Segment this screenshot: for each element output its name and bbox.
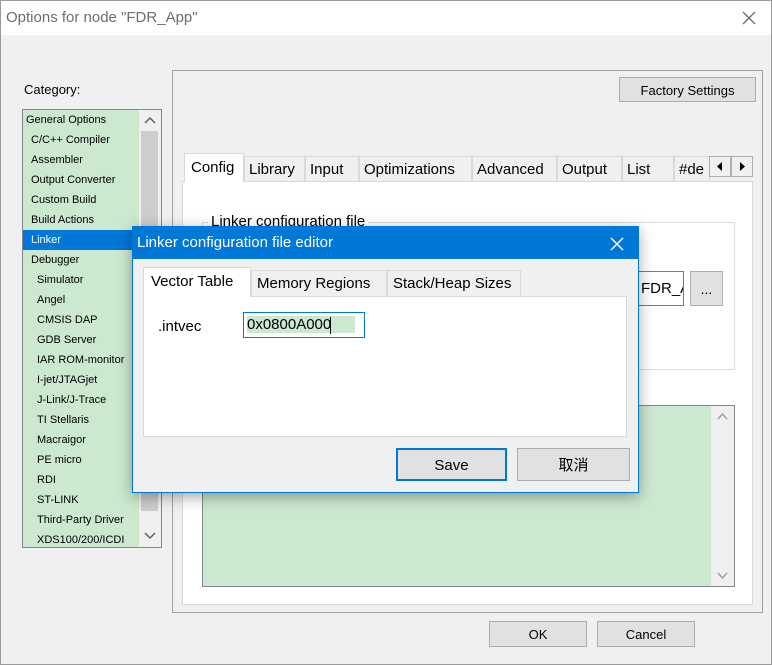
tab-list[interactable]: List (622, 156, 674, 181)
intvec-label: .intvec (158, 318, 202, 335)
tab-input[interactable]: Input (305, 156, 359, 181)
category-item-gdb-server[interactable]: GDB Server (23, 330, 139, 350)
tab-optimizations[interactable]: Optimizations (359, 156, 472, 181)
category-item-xds100[interactable]: XDS100/200/ICDI (23, 530, 139, 547)
category-item-linker[interactable]: Linker (23, 230, 139, 250)
category-item-i-jet[interactable]: I-jet/JTAGjet (23, 370, 139, 390)
category-item-custom-build[interactable]: Custom Build (23, 190, 139, 210)
chevron-up-icon[interactable] (711, 406, 733, 426)
browse-button[interactable]: ... (690, 271, 723, 306)
category-item-ti-stellaris[interactable]: TI Stellaris (23, 410, 139, 430)
category-item-j-link[interactable]: J-Link/J-Trace (23, 390, 139, 410)
tab-vector-table[interactable]: Vector Table (143, 267, 251, 297)
chevron-down-icon[interactable] (139, 526, 161, 546)
ok-button[interactable]: OK (489, 621, 587, 647)
tab-library[interactable]: Library (244, 156, 305, 181)
vector-table-page (143, 296, 627, 437)
intvec-value: 0x0800A000 (247, 316, 356, 333)
category-item-rdi[interactable]: RDI (23, 470, 139, 490)
chevron-down-icon[interactable] (711, 566, 733, 586)
title-bar: Options for node "FDR_App" (1, 1, 771, 35)
textarea-scrollbar[interactable] (711, 406, 734, 586)
editor-title-bar: Linker configuration file editor (133, 227, 638, 259)
category-item-simulator[interactable]: Simulator (23, 270, 139, 290)
save-button[interactable]: Save (396, 448, 507, 481)
editor-cancel-button[interactable]: 取消 (517, 448, 630, 481)
close-icon[interactable] (738, 7, 760, 29)
chevron-up-icon[interactable] (139, 110, 161, 130)
cancel-button[interactable]: Cancel (597, 621, 695, 647)
tab-advanced[interactable]: Advanced (472, 156, 557, 181)
category-item-output-converter[interactable]: Output Converter (23, 170, 139, 190)
triangle-right-icon[interactable] (731, 156, 753, 177)
category-item-assembler[interactable]: Assembler (23, 150, 139, 170)
tab-define[interactable]: #de (674, 156, 710, 181)
editor-title: Linker configuration file editor (137, 234, 333, 251)
category-item-pe-micro[interactable]: PE micro (23, 450, 139, 470)
category-item-st-link[interactable]: ST-LINK (23, 490, 139, 510)
category-item-angel[interactable]: Angel (23, 290, 139, 310)
category-item-macraigor[interactable]: Macraigor (23, 430, 139, 450)
category-item-iar-rom-monitor[interactable]: IAR ROM-monitor (23, 350, 139, 370)
text-caret (330, 316, 332, 334)
linker-config-editor-dialog: Linker configuration file editor Vector … (132, 226, 639, 493)
category-item-cmsis-dap[interactable]: CMSIS DAP (23, 310, 139, 330)
tab-memory-regions[interactable]: Memory Regions (251, 270, 387, 296)
close-icon[interactable] (606, 233, 628, 255)
tab-config[interactable]: Config (184, 153, 244, 182)
category-item-build-actions[interactable]: Build Actions (23, 210, 139, 230)
tab-stack-heap-sizes[interactable]: Stack/Heap Sizes (387, 270, 521, 296)
config-file-path-input[interactable]: FDR_A (635, 271, 684, 306)
intvec-input[interactable]: 0x0800A000 (243, 312, 365, 338)
category-item-c-cpp-compiler[interactable]: C/C++ Compiler (23, 130, 139, 150)
tab-output[interactable]: Output (557, 156, 622, 181)
triangle-left-icon[interactable] (709, 156, 731, 177)
category-item-debugger[interactable]: Debugger (23, 250, 139, 270)
category-label: Category: (24, 82, 81, 97)
category-item-third-party-driver[interactable]: Third-Party Driver (23, 510, 139, 530)
category-item-general-options[interactable]: General Options (23, 110, 139, 130)
factory-settings-button[interactable]: Factory Settings (619, 77, 756, 102)
window-title: Options for node "FDR_App" (6, 9, 198, 26)
